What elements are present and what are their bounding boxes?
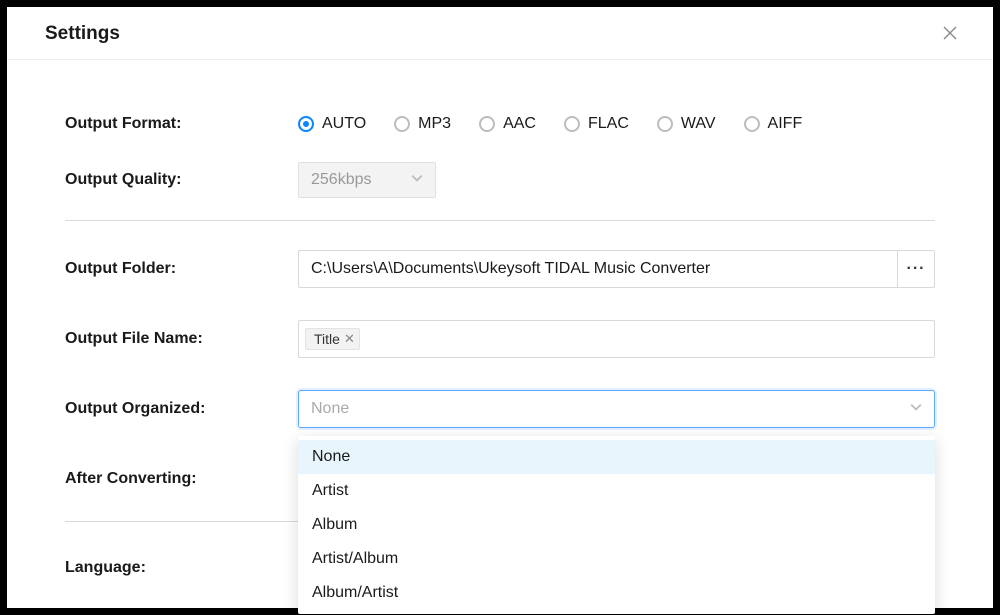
radio-icon [657, 116, 673, 132]
radio-label: AUTO [322, 115, 366, 133]
folder-controls: C:\Users\A\Documents\Ukeysoft TIDAL Musi… [298, 250, 935, 288]
output-organized-dropdown: NoneArtistAlbumArtist/AlbumAlbum/Artist [298, 436, 935, 614]
label-output-organized: Output Organized: [65, 400, 298, 418]
radio-label: AAC [503, 115, 536, 133]
organized-option[interactable]: Artist [298, 474, 935, 508]
radio-icon [479, 116, 495, 132]
browse-folder-button[interactable]: ··· [897, 250, 935, 288]
format-controls: AUTO MP3 AAC FLAC WAV AIFF [298, 115, 935, 133]
format-radio-aac[interactable]: AAC [479, 115, 536, 133]
format-radio-auto[interactable]: AUTO [298, 115, 366, 133]
radio-icon [564, 116, 580, 132]
label-language: Language: [65, 559, 298, 577]
close-button[interactable] [939, 21, 961, 47]
label-output-folder: Output Folder: [65, 260, 298, 278]
chevron-down-icon [411, 171, 423, 189]
output-file-name-input[interactable]: Title✕ [298, 320, 935, 358]
output-format-radio-group: AUTO MP3 AAC FLAC WAV AIFF [298, 115, 802, 133]
filename-controls: Title✕ [298, 320, 935, 358]
tag-remove-icon[interactable]: ✕ [344, 331, 355, 347]
output-folder-input[interactable]: C:\Users\A\Documents\Ukeysoft TIDAL Musi… [298, 250, 897, 288]
divider [65, 220, 935, 221]
radio-label: WAV [681, 115, 716, 133]
format-radio-aiff[interactable]: AIFF [744, 115, 803, 133]
output-quality-value: 256kbps [311, 171, 372, 189]
organized-option[interactable]: Artist/Album [298, 542, 935, 576]
radio-label: MP3 [418, 115, 451, 133]
radio-label: AIFF [768, 115, 803, 133]
filename-tags: Title✕ [305, 328, 360, 350]
format-radio-flac[interactable]: FLAC [564, 115, 629, 133]
output-organized-select[interactable]: None [298, 390, 935, 428]
radio-icon [744, 116, 760, 132]
label-output-quality: Output Quality: [65, 171, 298, 189]
dialog-title: Settings [45, 23, 120, 45]
chevron-down-icon [910, 400, 922, 418]
row-output-file-name: Output File Name: Title✕ [65, 313, 935, 365]
folder-wrap: C:\Users\A\Documents\Ukeysoft TIDAL Musi… [298, 250, 935, 288]
organized-option[interactable]: Album/Artist [298, 576, 935, 610]
tag-label: Title [314, 331, 340, 347]
filename-tag[interactable]: Title✕ [305, 328, 360, 350]
radio-label: FLAC [588, 115, 629, 133]
row-output-quality: Output Quality: 256kbps [65, 156, 935, 204]
row-output-format: Output Format: AUTO MP3 AAC FLAC WAV AIFF [65, 100, 935, 148]
label-after-converting: After Converting: [65, 470, 298, 488]
output-organized-placeholder: None [311, 400, 349, 418]
quality-controls: 256kbps [298, 162, 935, 198]
close-icon [943, 26, 957, 40]
radio-icon [298, 116, 314, 132]
output-folder-path: C:\Users\A\Documents\Ukeysoft TIDAL Musi… [311, 260, 710, 278]
label-output-file-name: Output File Name: [65, 330, 298, 348]
format-radio-mp3[interactable]: MP3 [394, 115, 451, 133]
settings-content: Output Format: AUTO MP3 AAC FLAC WAV AIFF Out… [7, 60, 993, 592]
ellipsis-icon: ··· [907, 260, 926, 278]
row-output-organized: Output Organized: None NoneArtistAlbumAr… [65, 383, 935, 435]
label-output-format: Output Format: [65, 115, 298, 133]
organized-controls: None NoneArtistAlbumArtist/AlbumAlbum/Ar… [298, 390, 935, 428]
organized-option[interactable]: None [298, 440, 935, 474]
format-radio-wav[interactable]: WAV [657, 115, 716, 133]
settings-dialog: Settings Output Format: AUTO MP3 AAC FLAC WA… [7, 7, 993, 608]
output-quality-select: 256kbps [298, 162, 436, 198]
dialog-header: Settings [7, 7, 993, 60]
radio-icon [394, 116, 410, 132]
row-output-folder: Output Folder: C:\Users\A\Documents\Ukey… [65, 243, 935, 295]
organized-option[interactable]: Album [298, 508, 935, 542]
